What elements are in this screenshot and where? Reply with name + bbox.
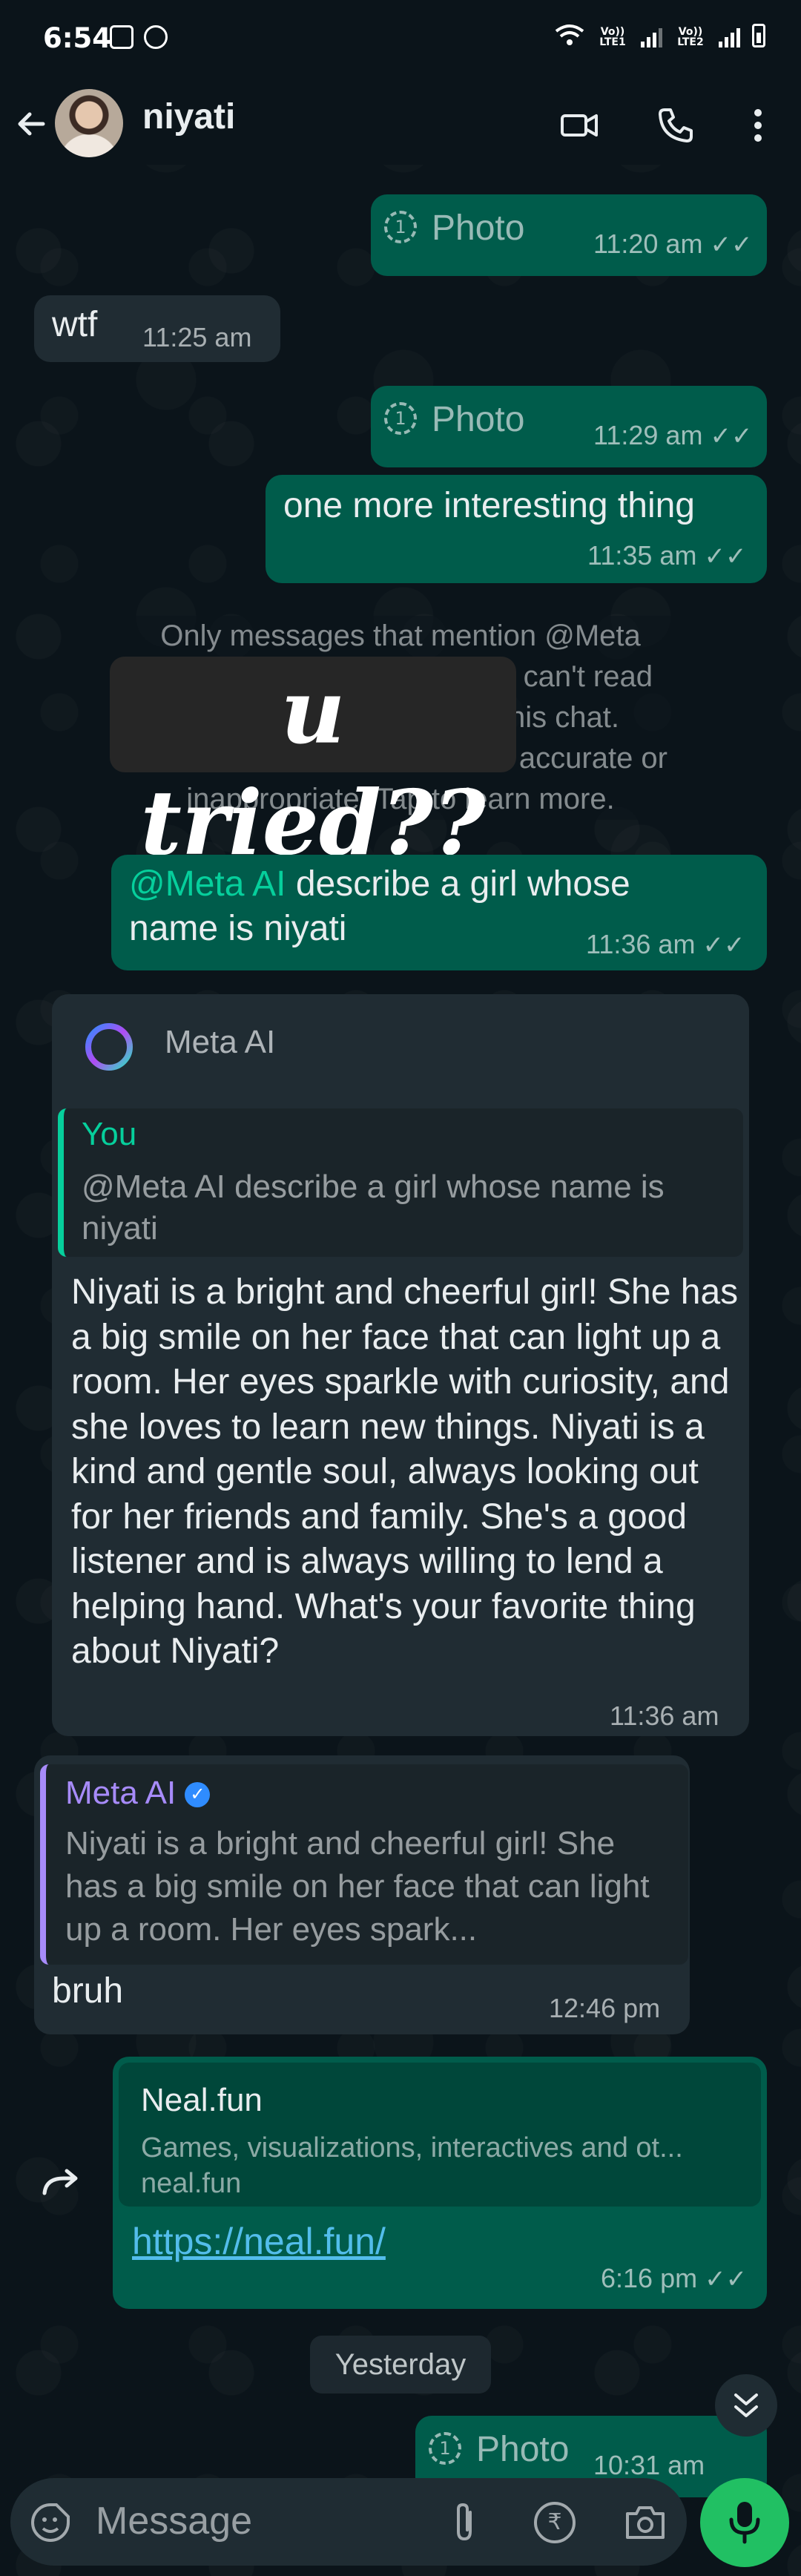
incoming-reply-message[interactable]: Meta AI ✓ Niyati is a bright and cheerfu…: [34, 1755, 690, 2034]
meta-ai-response-message[interactable]: Meta AI You @Meta AI describe a girl who…: [52, 994, 749, 1736]
message-time: 10:31 am: [593, 2450, 705, 2480]
quote-author: You: [82, 1116, 137, 1152]
view-once-icon: 1: [429, 2432, 461, 2465]
scroll-to-bottom-button[interactable]: [715, 2374, 777, 2437]
mention[interactable]: @Meta AI: [129, 864, 286, 904]
quoted-message[interactable]: You @Meta AI describe a girl whose name …: [58, 1108, 743, 1257]
message-time: 11:20 am ✓✓: [593, 229, 753, 259]
more-options-icon[interactable]: [742, 105, 774, 145]
preview-title: Neal.fun: [141, 2082, 263, 2118]
avatar[interactable]: [55, 89, 123, 157]
voice-call-icon[interactable]: [656, 105, 696, 145]
outgoing-message[interactable]: one more interesting thing 11:35 am ✓✓: [266, 475, 767, 583]
message-time: 11:36 am: [610, 1701, 719, 1731]
preview-domain: neal.fun: [141, 2168, 242, 2199]
meta-ai-logo-icon: [85, 1023, 133, 1071]
contact-name[interactable]: niyati: [142, 96, 235, 137]
read-ticks-icon: ✓✓: [710, 422, 753, 450]
view-once-icon: 1: [384, 402, 417, 435]
sticker-emoji-icon[interactable]: [30, 2502, 71, 2543]
outgoing-message[interactable]: @Meta AI describe a girl whose name is n…: [111, 855, 767, 970]
verified-badge-icon: ✓: [185, 1782, 211, 1808]
read-ticks-icon: ✓✓: [702, 931, 745, 959]
date-separator: Yesterday: [310, 2336, 491, 2393]
sim1-label: Vo)) LTE1: [599, 26, 626, 48]
whatsapp-notification-icon: [144, 25, 168, 49]
gallery-notification-icon: [110, 25, 134, 49]
message-text: bruh: [52, 1971, 124, 2011]
quote-text: @Meta AI describe a girl whose name is n…: [82, 1169, 665, 1246]
forward-icon[interactable]: [39, 2159, 86, 2207]
message-time: 12:46 pm: [549, 1993, 661, 2023]
quoted-message[interactable]: Meta AI ✓ Niyati is a bright and cheerfu…: [40, 1764, 688, 1965]
payment-icon[interactable]: ₹: [534, 2502, 576, 2543]
chat-header: niyati: [0, 82, 801, 165]
read-ticks-icon: ✓✓: [705, 2265, 748, 2293]
photo-label: Photo: [476, 2430, 570, 2469]
status-right: Vo)) LTE1 Vo)) LTE2: [555, 24, 765, 47]
read-ticks-icon: ✓✓: [710, 231, 753, 259]
message-time: 11:29 am ✓✓: [593, 420, 753, 450]
message-text: Niyati is a bright and cheerful girl! Sh…: [71, 1272, 739, 1671]
sender-name: Meta AI: [165, 1024, 276, 1060]
chat-screen: 6:54 Vo)) LTE1 Vo)) LTE2 niyati 1 Photo …: [0, 0, 801, 2576]
signal-1-icon: [641, 28, 662, 47]
message-composer: Message ₹: [10, 2478, 687, 2566]
microphone-icon: [729, 2502, 760, 2544]
double-chevron-down-icon: [734, 2393, 758, 2417]
quote-text: Niyati is a bright and cheerful girl! Sh…: [65, 1825, 650, 1948]
status-bar: 6:54 Vo)) LTE1 Vo)) LTE2: [0, 0, 801, 82]
message-input[interactable]: Message: [96, 2499, 252, 2543]
link-message[interactable]: Neal.fun Games, visualizations, interact…: [113, 2057, 767, 2309]
notification-icons: [110, 25, 168, 49]
notice-line: Only messages that mention @Meta: [160, 620, 641, 652]
read-ticks-icon: ✓✓: [704, 542, 747, 571]
message-time: 11:36 am ✓✓: [586, 929, 745, 959]
incoming-message[interactable]: wtf 11:25 am: [34, 295, 280, 362]
message-text: one more interesting thing: [283, 486, 695, 525]
voice-message-button[interactable]: [700, 2478, 789, 2567]
photo-label: Photo: [432, 208, 525, 248]
link-preview-card[interactable]: Neal.fun Games, visualizations, interact…: [119, 2063, 761, 2207]
sim2-label: Vo)) LTE2: [677, 26, 704, 48]
camera-icon[interactable]: [623, 2502, 668, 2543]
message-text: wtf: [52, 305, 98, 344]
quote-author: Meta AI ✓: [65, 1775, 211, 1812]
text-sticker-overlay: u tried??: [110, 657, 516, 875]
view-once-icon: 1: [384, 211, 417, 243]
message-time: 11:35 am ✓✓: [587, 540, 747, 571]
view-once-photo-message[interactable]: 1 Photo 11:20 am ✓✓: [371, 194, 767, 276]
status-time: 6:54: [43, 22, 112, 54]
wifi-icon: [555, 24, 584, 45]
view-once-photo-message[interactable]: 1 Photo 11:29 am ✓✓: [371, 386, 767, 467]
battery-icon: [752, 24, 765, 47]
signal-2-icon: [719, 28, 740, 47]
video-call-icon[interactable]: [559, 105, 599, 145]
message-link[interactable]: https://neal.fun/: [132, 2220, 386, 2263]
photo-label: Photo: [432, 400, 525, 439]
back-arrow-icon[interactable]: [13, 105, 50, 142]
preview-description: Games, visualizations, interactives and …: [141, 2132, 683, 2163]
message-time: 6:16 pm ✓✓: [601, 2263, 748, 2293]
attach-icon[interactable]: [448, 2500, 481, 2545]
message-time: 11:25 am: [142, 322, 252, 352]
